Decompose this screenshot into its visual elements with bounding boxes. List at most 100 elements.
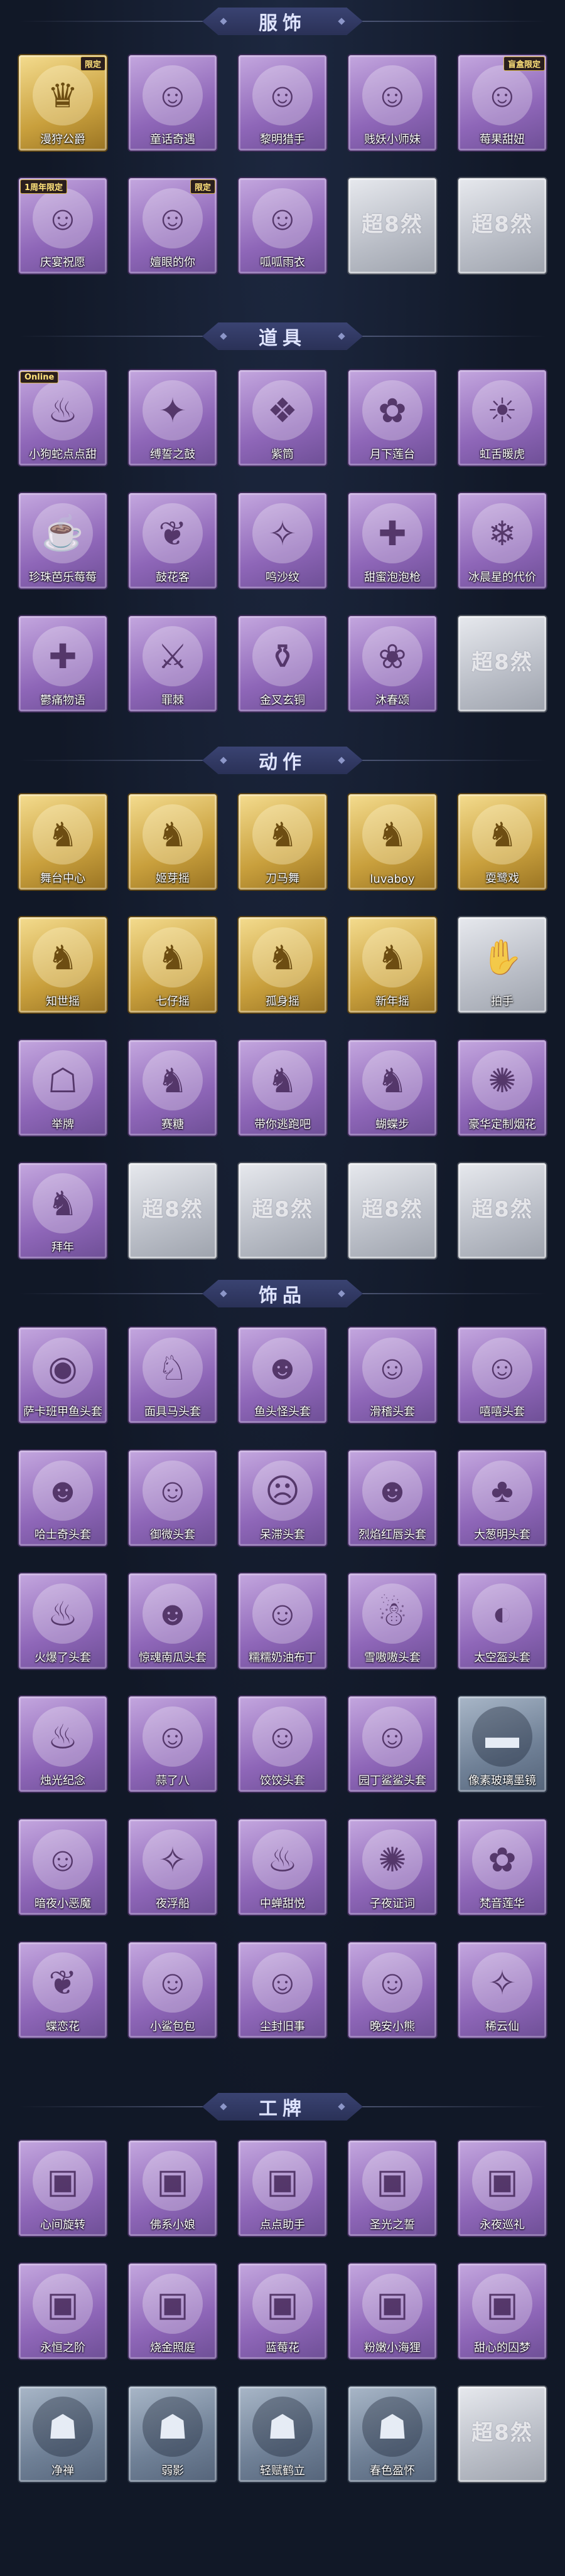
item-card[interactable]: ✚ 甜蜜泡泡枪 [348,493,436,588]
item-card[interactable]: ▣ 永夜巡礼 [458,2141,546,2236]
item-card[interactable]: ☺ 小鲨包包 [129,1942,217,2038]
item-card[interactable]: ✺ 豪华定制烟花 [458,1040,546,1136]
item-card[interactable]: ▣ 心间旋转 [19,2141,107,2236]
item-card[interactable]: ☺ 1周年限定 庆宴祝愿 [19,178,107,274]
item-card[interactable]: ☻ 哈士奇头套 [19,1450,107,1546]
item-card[interactable]: ☺ 晚安小熊 [348,1942,436,2038]
item-card[interactable]: ☗ 弱影 [129,2387,217,2482]
item-card[interactable]: ☺ 饺饺头套 [239,1696,326,1792]
item-card[interactable]: ☺ 贱妖小师妹 [348,55,436,151]
item-card[interactable]: ☕ 珍珠芭乐莓莓 [19,493,107,588]
item-card[interactable]: ☺ 园丁鲨鲨头套 [348,1696,436,1792]
item-card[interactable]: ♨ Online 小狗蛇点点甜 [19,370,107,466]
item-card[interactable]: ☺ 嘻嘻头套 [458,1328,546,1423]
item-card[interactable]: ♨ 烛光纪念 [19,1696,107,1792]
item-card[interactable]: ✦ 缚誓之鼓 [129,370,217,466]
item-card[interactable]: ☗ 轻赋鹤立 [239,2387,326,2482]
item-card[interactable]: ☺ 童话奇遇 [129,55,217,151]
item-card[interactable]: ☀ 虹舌暖虎 [458,370,546,466]
item-card[interactable]: 超8然 [348,178,436,274]
item-card[interactable]: ♞ 孤身摇 [239,917,326,1013]
item-card[interactable]: ☻ 鱼头怪头套 [239,1328,326,1423]
item-card[interactable]: ♞ luvaboy [348,794,436,890]
item-card[interactable]: ♘ 面具马头套 [129,1328,217,1423]
item-card[interactable]: ♞ 舞台中心 [19,794,107,890]
item-name: 永恒之阶 [40,2341,85,2355]
item-card[interactable]: ☻ 惊魂南瓜头套 [129,1573,217,1669]
item-card[interactable]: 超8然 [458,2387,546,2482]
item-card[interactable]: 超8然 [458,616,546,711]
item-card[interactable]: ✧ 夜浮船 [129,1819,217,1915]
item-card[interactable]: ▣ 永恒之阶 [19,2264,107,2359]
item-card[interactable]: ▣ 甜心的囚梦 [458,2264,546,2359]
item-card[interactable]: ♞ 耍鹭戏 [458,794,546,890]
item-card[interactable]: 超8然 [239,1163,326,1259]
item-card[interactable]: ♞ 带你逃跑吧 [239,1040,326,1136]
item-card[interactable]: ▣ 蓝莓花 [239,2264,326,2359]
item-card[interactable]: ♞ 拜年 [19,1163,107,1259]
item-card[interactable]: ♞ 新年摇 [348,917,436,1013]
item-card[interactable]: ♞ 蝴蝶步 [348,1040,436,1136]
item-card[interactable]: ♨ 中蝉甜悦 [239,1819,326,1915]
item-card[interactable]: ◉ 萨卡班甲鱼头套 [19,1328,107,1423]
item-card[interactable]: ☺ 糯糯奶油布丁 [239,1573,326,1669]
item-name: 鱼头怪头套 [254,1405,311,1418]
item-card[interactable]: ♞ 知世摇 [19,917,107,1013]
item-card[interactable]: ☻ 烈焰红唇头套 [348,1450,436,1546]
item-card[interactable]: ▣ 圣光之誓 [348,2141,436,2236]
item-card[interactable]: ♞ 七仔摇 [129,917,217,1013]
item-card[interactable]: ▣ 点点助手 [239,2141,326,2236]
item-card[interactable]: 超8然 [348,1163,436,1259]
item-card[interactable]: ☺ 盲盒限定 莓果甜妞 [458,55,546,151]
item-card[interactable]: ♛ 限定 漫狩公爵 [19,55,107,151]
item-card[interactable]: ♣ 大葱明头套 [458,1450,546,1546]
item-card[interactable]: 超8然 [458,1163,546,1259]
item-card[interactable]: ☗ 春色盈怀 [348,2387,436,2482]
prop-icon: ⚱ [252,626,313,686]
item-card[interactable]: ▣ 佛系小娘 [129,2141,217,2236]
item-card[interactable]: ♞ 姬芽摇 [129,794,217,890]
item-card[interactable]: ☃ 雪嗷嗷头套 [348,1573,436,1669]
item-card[interactable]: ❦ 鼓花客 [129,493,217,588]
item-card[interactable]: ✺ 子夜证词 [348,1819,436,1915]
item-card[interactable]: ✿ 梵音莲华 [458,1819,546,1915]
item-card[interactable]: ☹ 呆滞头套 [239,1450,326,1546]
item-card[interactable]: 超8然 [458,178,546,274]
item-card[interactable]: ☺ 蒜了八 [129,1696,217,1792]
item-card[interactable]: ☺ 黎明猎手 [239,55,326,151]
item-card[interactable]: ❀ 沐春颂 [348,616,436,711]
character-portrait-icon: ☺ [33,188,93,248]
item-card[interactable]: ☺ 暗夜小恶魔 [19,1819,107,1915]
item-card[interactable]: ☺ 呱呱雨衣 [239,178,326,274]
item-name: 心间旋转 [40,2218,85,2232]
item-name: 蒜了八 [156,1774,190,1787]
item-card[interactable]: ♞ 刀马舞 [239,794,326,890]
item-card[interactable]: ✋ 拍手 [458,917,546,1013]
item-card[interactable]: ✧ 鸣沙纹 [239,493,326,588]
item-card[interactable]: ❦ 蝶恋花 [19,1942,107,2038]
item-card[interactable]: ✧ 稀云仙 [458,1942,546,2038]
item-card[interactable]: ☺ 滑稽头套 [348,1328,436,1423]
item-card[interactable]: ☺ 尘封旧事 [239,1942,326,2038]
item-card[interactable]: ▣ 粉嫩小海狸 [348,2264,436,2359]
item-card[interactable]: ◐ 太空盔头套 [458,1573,546,1669]
item-card[interactable]: ☗ 净禅 [19,2387,107,2482]
item-name: 太空盔头套 [474,1651,530,1664]
item-card[interactable]: ☺ 限定 嬗眼的你 [129,178,217,274]
item-card[interactable]: ❄ 冰晨星的代价 [458,493,546,588]
item-card[interactable]: ⚔ 罪棘 [129,616,217,711]
item-card[interactable]: ♞ 赛糖 [129,1040,217,1136]
item-card[interactable]: 超8然 [129,1163,217,1259]
item-card[interactable]: ✿ 月下莲台 [348,370,436,466]
item-card[interactable]: ♨ 火爆了头套 [19,1573,107,1669]
item-card[interactable]: ⚱ 金叉玄铜 [239,616,326,711]
head-accessory-icon: ♣ [472,1461,532,1521]
placeholder-logo-icon: 超8然 [142,1197,203,1222]
item-card[interactable]: ✚ 鬱痛物语 [19,616,107,711]
head-accessory-icon: ❦ [33,1952,93,2013]
item-card[interactable]: ▣ 烧金照庭 [129,2264,217,2359]
item-card[interactable]: ☖ 举牌 [19,1040,107,1136]
item-card[interactable]: ❖ 紫筒 [239,370,326,466]
item-card[interactable]: ☺ 御微头套 [129,1450,217,1546]
item-card[interactable]: ▬ 像素玻璃墨镜 [458,1696,546,1792]
